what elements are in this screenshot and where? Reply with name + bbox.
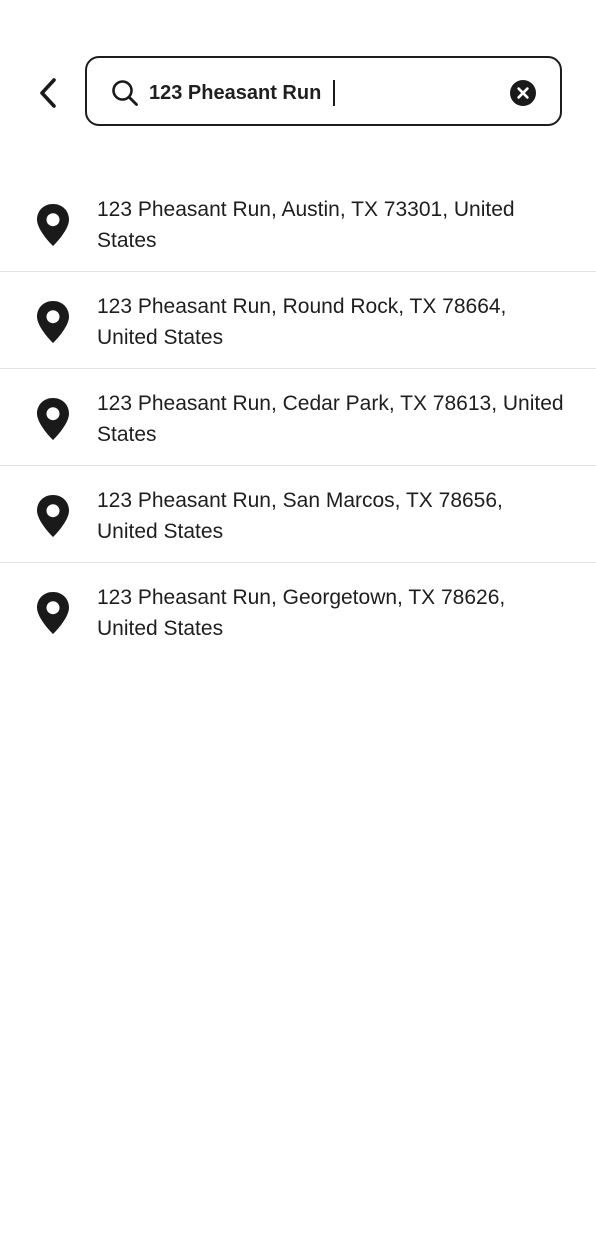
text-caret bbox=[333, 80, 335, 106]
address-suggestions-list: 123 Pheasant Run, Austin, TX 73301, Unit… bbox=[0, 175, 596, 660]
location-pin-icon bbox=[37, 592, 69, 634]
list-item[interactable]: 123 Pheasant Run, Georgetown, TX 78626, … bbox=[0, 563, 596, 660]
address-text: 123 Pheasant Run, San Marcos, TX 78656, … bbox=[97, 489, 503, 543]
location-pin-icon bbox=[37, 495, 69, 537]
search-bar[interactable] bbox=[85, 56, 562, 126]
chevron-left-icon bbox=[40, 78, 56, 108]
search-input[interactable] bbox=[149, 76, 509, 110]
list-item[interactable]: 123 Pheasant Run, San Marcos, TX 78656, … bbox=[0, 466, 596, 563]
list-item[interactable]: 123 Pheasant Run, Round Rock, TX 78664, … bbox=[0, 272, 596, 369]
location-pin-icon bbox=[37, 204, 69, 246]
address-text: 123 Pheasant Run, Round Rock, TX 78664, … bbox=[97, 295, 507, 349]
clear-circle-icon[interactable] bbox=[510, 80, 536, 106]
address-text: 123 Pheasant Run, Cedar Park, TX 78613, … bbox=[97, 392, 564, 446]
list-item[interactable]: 123 Pheasant Run, Cedar Park, TX 78613, … bbox=[0, 369, 596, 466]
list-item[interactable]: 123 Pheasant Run, Austin, TX 73301, Unit… bbox=[0, 175, 596, 272]
address-text: 123 Pheasant Run, Austin, TX 73301, Unit… bbox=[97, 198, 515, 252]
back-button[interactable] bbox=[28, 72, 68, 114]
search-header bbox=[0, 0, 596, 150]
address-text: 123 Pheasant Run, Georgetown, TX 78626, … bbox=[97, 586, 506, 640]
location-pin-icon bbox=[37, 301, 69, 343]
search-icon bbox=[112, 80, 138, 106]
location-pin-icon bbox=[37, 398, 69, 440]
